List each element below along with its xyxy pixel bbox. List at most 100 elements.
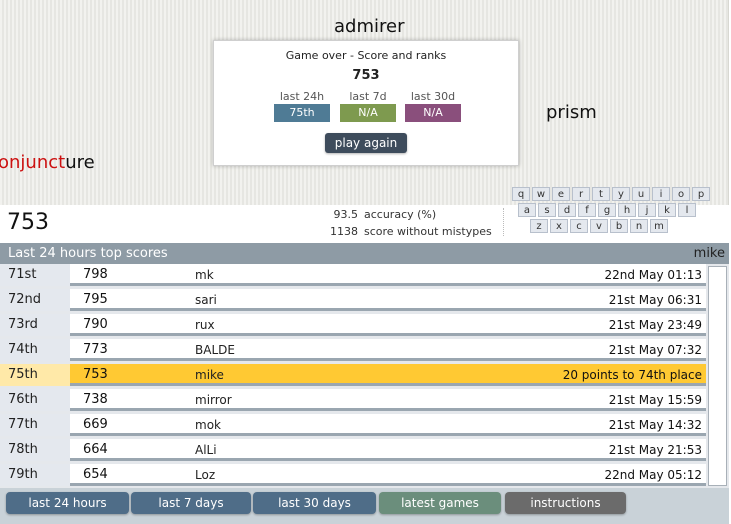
table-row: 71st 798 mk 22nd May 01:13 bbox=[0, 264, 706, 286]
clean-score-value: 1138 bbox=[330, 225, 358, 238]
key: d bbox=[558, 203, 576, 217]
key: k bbox=[658, 203, 676, 217]
key: e bbox=[552, 187, 570, 201]
key: w bbox=[532, 187, 550, 201]
date-cell: 21st May 06:31 bbox=[608, 293, 702, 307]
name-cell: BALDE bbox=[195, 343, 235, 357]
rank-cell: 71st bbox=[0, 264, 70, 286]
rank-value: N/A bbox=[340, 104, 396, 122]
name-cell: Loz bbox=[195, 468, 216, 482]
date-cell: 21st May 21:53 bbox=[608, 443, 702, 457]
rank-cell: 72nd bbox=[0, 289, 70, 311]
rank-cell: 74th bbox=[0, 339, 70, 361]
instructions-button[interactable]: instructions bbox=[505, 492, 626, 514]
current-score: 753 bbox=[7, 210, 49, 235]
key: x bbox=[550, 219, 568, 233]
latest-games-button[interactable]: latest games bbox=[379, 492, 501, 514]
score-cell: 790 bbox=[83, 317, 108, 332]
table-row-current-user: 75th 753 mike 20 points to 74th place bbox=[0, 364, 706, 386]
divider bbox=[503, 208, 504, 236]
last-30-days-button[interactable]: last 30 days bbox=[253, 492, 376, 514]
accuracy-label: accuracy (%) bbox=[364, 208, 437, 221]
score-cell: 795 bbox=[83, 292, 108, 307]
name-cell: mirror bbox=[195, 393, 232, 407]
key: o bbox=[672, 187, 690, 201]
key: q bbox=[512, 187, 530, 201]
rank-cell: 76th bbox=[0, 389, 70, 411]
rank-cell: 78th bbox=[0, 439, 70, 461]
date-cell: 22nd May 05:12 bbox=[604, 468, 702, 482]
table-row: 73rd 790 rux 21st May 23:49 bbox=[0, 314, 706, 336]
date-cell: 22nd May 01:13 bbox=[604, 268, 702, 282]
play-again-button[interactable]: play again bbox=[325, 133, 407, 153]
key: m bbox=[650, 219, 668, 233]
key: t bbox=[592, 187, 610, 201]
rank-last-7d: last 7d N/A bbox=[340, 89, 396, 122]
table-row: 72nd 795 sari 21st May 06:31 bbox=[0, 289, 706, 311]
score-cell: 669 bbox=[83, 417, 108, 432]
rank-value: 75th bbox=[274, 104, 330, 122]
key: z bbox=[530, 219, 548, 233]
keyboard-row-2: a s d f g h j k l bbox=[518, 203, 696, 217]
points-to-next-cell: 20 points to 74th place bbox=[562, 368, 702, 382]
score-cell: 738 bbox=[83, 392, 108, 407]
key: c bbox=[570, 219, 588, 233]
name-cell: rux bbox=[195, 318, 215, 332]
rank-cell: 73rd bbox=[0, 314, 70, 336]
rank-label: last 24h bbox=[279, 90, 325, 103]
word-rest: ure bbox=[65, 152, 95, 173]
date-cell: 21st May 14:32 bbox=[608, 418, 702, 432]
table-row: 74th 773 BALDE 21st May 07:32 bbox=[0, 339, 706, 361]
accuracy-stat: 93.5 accuracy (%) bbox=[324, 208, 437, 221]
rank-cell: 77th bbox=[0, 414, 70, 436]
date-cell: 21st May 07:32 bbox=[608, 343, 702, 357]
rank-label: last 30d bbox=[410, 90, 456, 103]
key: l bbox=[678, 203, 696, 217]
score-cell: 654 bbox=[83, 467, 108, 482]
scores-table: 71st 798 mk 22nd May 01:13 72nd 795 sari… bbox=[0, 264, 729, 488]
table-scrollbar[interactable] bbox=[708, 266, 727, 486]
date-cell: 21st May 23:49 bbox=[608, 318, 702, 332]
key: p bbox=[692, 187, 710, 201]
table-row: 76th 738 mirror 21st May 15:59 bbox=[0, 389, 706, 411]
rank-value: N/A bbox=[405, 104, 461, 122]
score-cell: 773 bbox=[83, 342, 108, 357]
current-user: mike bbox=[693, 246, 725, 261]
scores-table-header: Last 24 hours top scores mike bbox=[0, 243, 729, 264]
dialog-title: Game over - Score and ranks bbox=[285, 49, 447, 62]
play-area: admirer prism onjuncture Game over - Sco… bbox=[0, 0, 729, 205]
key: v bbox=[590, 219, 608, 233]
rank-last-24h: last 24h 75th bbox=[274, 89, 330, 122]
key: b bbox=[610, 219, 628, 233]
key: j bbox=[638, 203, 656, 217]
last-24-hours-button[interactable]: last 24 hours bbox=[6, 492, 129, 514]
last-7-days-button[interactable]: last 7 days bbox=[131, 492, 251, 514]
word-rest: prism bbox=[546, 102, 597, 123]
name-cell: sari bbox=[195, 293, 217, 307]
rank-cell: 75th bbox=[0, 364, 70, 386]
key: h bbox=[618, 203, 636, 217]
name-cell: AlLi bbox=[195, 443, 217, 457]
final-score: 753 bbox=[352, 68, 380, 83]
key: n bbox=[630, 219, 648, 233]
score-cell: 753 bbox=[83, 367, 108, 382]
table-row: 79th 654 Loz 22nd May 05:12 bbox=[0, 464, 706, 486]
key: i bbox=[652, 187, 670, 201]
keyboard-row-1: q w e r t y u i o p bbox=[512, 187, 710, 201]
name-cell: mk bbox=[195, 268, 214, 282]
table-row: 77th 669 mok 21st May 14:32 bbox=[0, 414, 706, 436]
score-cell: 664 bbox=[83, 442, 108, 457]
game-over-dialog: Game over - Score and ranks 753 last 24h… bbox=[213, 40, 519, 166]
table-row: 78th 664 AlLi 21st May 21:53 bbox=[0, 439, 706, 461]
falling-word: prism bbox=[546, 102, 597, 123]
key: f bbox=[578, 203, 596, 217]
rank-label: last 7d bbox=[349, 90, 387, 103]
rank-cell: 79th bbox=[0, 464, 70, 486]
rank-last-30d: last 30d N/A bbox=[405, 89, 461, 122]
keyboard-row-3: z x c v b n m bbox=[530, 219, 668, 233]
name-cell: mike bbox=[195, 368, 224, 382]
word-typed: onjunct bbox=[0, 152, 66, 173]
clean-score-stat: 1138 score without mistypes bbox=[324, 225, 492, 238]
key: s bbox=[538, 203, 556, 217]
key: y bbox=[612, 187, 630, 201]
